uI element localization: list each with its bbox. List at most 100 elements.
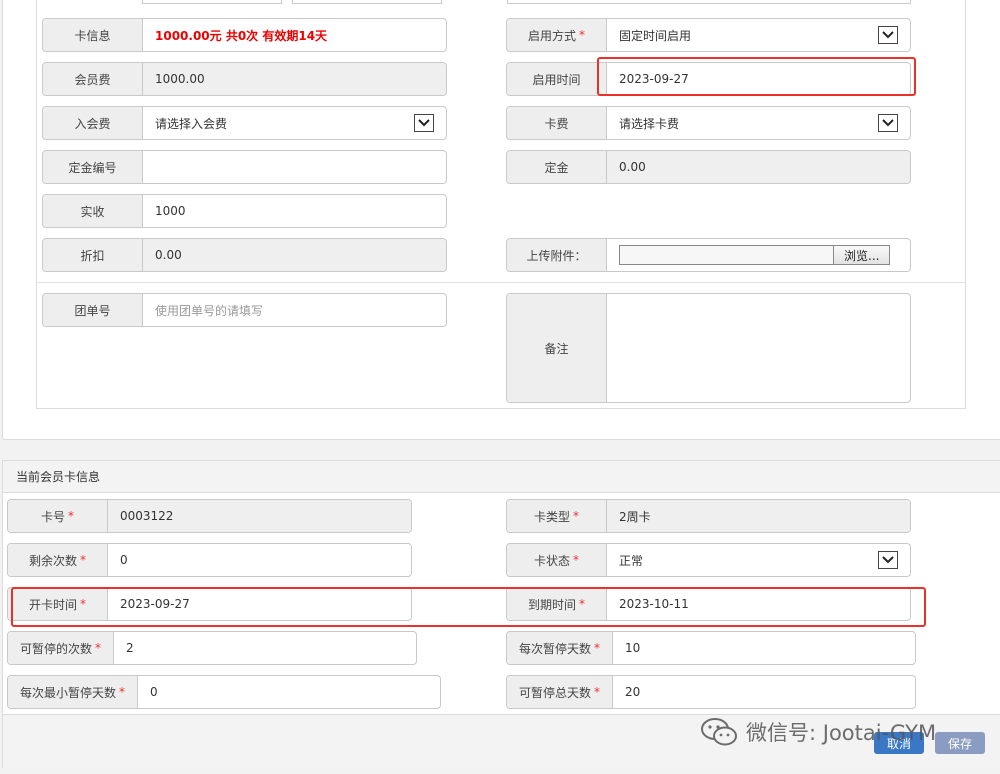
activation-mode-label-text: 启用方式 [527,28,576,43]
card-info-label: 卡信息 [43,19,143,51]
pause-times-label-text: 可暂停的次数 [19,641,92,656]
deposit-no-label: 定金编号 [43,151,143,183]
browse-button[interactable]: 浏览... [833,245,891,265]
card-status-text: 正常 [619,553,644,568]
required-mark: * [95,641,101,655]
remaining-times-label: 剩余次数 * [8,544,108,576]
min-pause-days-label: 每次最小暂停天数 * [8,676,138,708]
card-type-label-text: 卡类型 [533,509,570,524]
file-path-box[interactable] [619,245,833,265]
card-info-field: 卡信息 1000.00元 共0次 有效期14天 [42,18,447,52]
group-no-field[interactable]: 团单号 使用团单号的请填写 [42,293,447,327]
highlight-box-activation [597,57,916,96]
top-cut-field-3 [507,0,911,4]
form-divider [37,282,965,283]
join-fee-select[interactable]: 入会费 请选择入会费 [42,106,447,140]
pause-days-each-label: 每次暂停天数 * [507,632,613,664]
pause-times-input[interactable]: 2 [114,632,416,664]
pause-times-field[interactable]: 可暂停的次数 * 2 [7,631,417,665]
chevron-down-icon[interactable] [414,114,434,132]
card-fee-value[interactable]: 请选择卡费 [607,107,910,139]
deposit-no-input[interactable] [143,151,446,183]
card-type-label: 卡类型 * [507,500,607,532]
card-fee-select[interactable]: 卡费 请选择卡费 [506,106,911,140]
card-no-label-text: 卡号 [40,509,65,524]
remark-field[interactable]: 备注 [506,293,911,403]
card-no-value: 0003122 [108,500,411,532]
min-pause-days-input[interactable]: 0 [138,676,440,708]
watermark: 微信号: Jootai-GYM [700,716,936,748]
deposit-no-field[interactable]: 定金编号 [42,150,447,184]
total-pause-days-field[interactable]: 可暂停总天数 * 20 [506,675,916,709]
card-no-field: 卡号 * 0003122 [7,499,412,533]
required-mark: * [80,553,86,567]
pause-times-label: 可暂停的次数 * [8,632,114,664]
received-label: 实收 [43,195,143,227]
remark-label: 备注 [507,294,607,402]
pause-days-each-field[interactable]: 每次暂停天数 * 10 [506,631,916,665]
pause-days-each-input[interactable]: 10 [613,632,915,664]
chevron-down-icon[interactable] [878,551,898,569]
card-status-select[interactable]: 卡状态 * 正常 [506,543,911,577]
member-fee-label: 会员费 [43,63,143,95]
wechat-icon [701,718,737,746]
highlight-box-dates [11,587,926,627]
remaining-times-label-text: 剩余次数 [28,553,77,568]
card-status-label: 卡状态 * [507,544,607,576]
required-mark: * [573,509,579,523]
top-cut-field [142,0,282,4]
card-fee-text: 请选择卡费 [619,116,680,131]
card-status-label-text: 卡状态 [533,553,570,568]
attachment-label: 上传附件： [507,239,607,271]
discount-field: 折扣 0.00 [42,238,447,272]
min-pause-days-field[interactable]: 每次最小暂停天数 * 0 [7,675,441,709]
watermark-text: 微信号: Jootai-GYM [746,721,937,745]
chevron-down-icon[interactable] [878,114,898,132]
save-button[interactable]: 保存 [935,732,985,754]
card-status-value[interactable]: 正常 [607,544,910,576]
attachment-control: 浏览... [607,239,910,271]
chevron-down-icon[interactable] [878,26,898,44]
remaining-times-field[interactable]: 剩余次数 * 0 [7,543,412,577]
total-pause-days-label: 可暂停总天数 * [507,676,613,708]
required-mark: * [579,28,585,42]
activation-mode-select[interactable]: 启用方式 * 固定时间启用 [506,18,911,52]
activation-mode-text: 固定时间启用 [619,28,692,43]
section-title: 当前会员卡信息 [16,470,101,484]
discount-value: 0.00 [143,239,446,271]
join-fee-text: 请选择入会费 [155,116,228,131]
required-mark: * [594,685,600,699]
activation-mode-value[interactable]: 固定时间启用 [607,19,910,51]
member-fee-field: 会员费 1000.00 [42,62,447,96]
activation-date-label: 启用时间 [507,63,607,95]
deposit-label: 定金 [507,151,607,183]
member-fee-value: 1000.00 [143,63,446,95]
group-no-input[interactable]: 使用团单号的请填写 [143,294,446,326]
required-mark: * [119,685,125,699]
card-type-value: 2周卡 [607,500,910,532]
total-pause-days-label-text: 可暂停总天数 [518,685,591,700]
deposit-value: 0.00 [607,151,910,183]
group-no-label: 团单号 [43,294,143,326]
attachment-field: 上传附件： 浏览... [506,238,911,272]
current-card-header: 当前会员卡信息 [3,461,1000,493]
discount-label: 折扣 [43,239,143,271]
received-input[interactable]: 1000 [143,195,446,227]
remark-textarea[interactable] [607,294,910,402]
card-type-field: 卡类型 * 2周卡 [506,499,911,533]
required-mark: * [594,641,600,655]
deposit-field: 定金 0.00 [506,150,911,184]
received-field[interactable]: 实收 1000 [42,194,447,228]
required-mark: * [68,509,74,523]
min-pause-days-label-text: 每次最小暂停天数 [19,685,116,700]
join-fee-label: 入会费 [43,107,143,139]
remaining-times-input[interactable]: 0 [108,544,411,576]
card-no-label: 卡号 * [8,500,108,532]
card-fee-label: 卡费 [507,107,607,139]
activation-mode-label: 启用方式 * [507,19,607,51]
required-mark: * [573,553,579,567]
card-info-value: 1000.00元 共0次 有效期14天 [155,28,328,43]
pause-days-each-label-text: 每次暂停天数 [518,641,591,656]
total-pause-days-input[interactable]: 20 [613,676,915,708]
join-fee-value[interactable]: 请选择入会费 [143,107,446,139]
